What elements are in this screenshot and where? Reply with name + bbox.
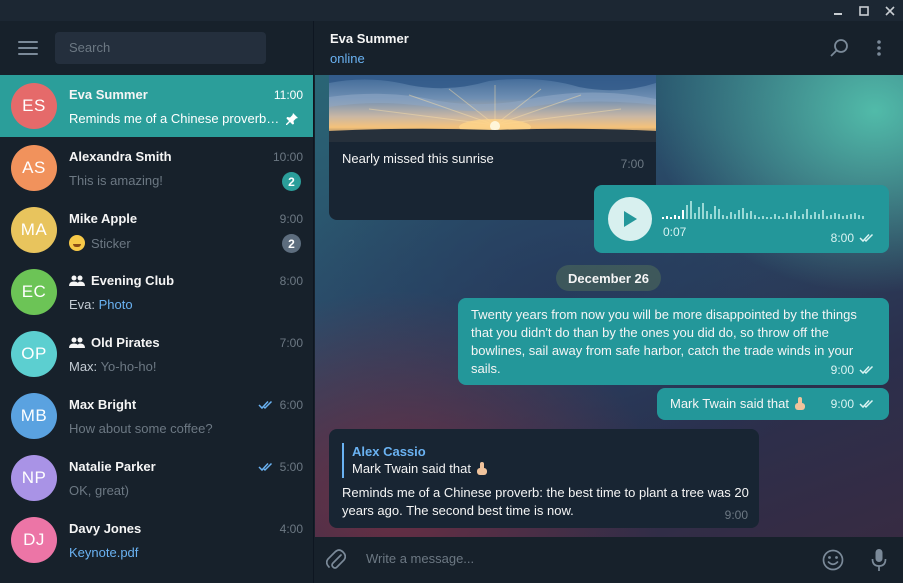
chat-name: Davy Jones <box>69 521 142 536</box>
double-check-icon <box>859 399 877 409</box>
peer-name[interactable]: Eva Summer <box>330 31 409 46</box>
chat-name: Mike Apple <box>69 211 138 226</box>
more-icon[interactable] <box>867 36 891 60</box>
chat-list: ES Eva Summer 11:00 Reminds me of a Chin… <box>0 75 313 571</box>
message-composer: Write a message... <box>315 537 903 583</box>
chat-name: Max Bright <box>69 397 137 412</box>
chat-item-davy-jones[interactable]: DJ Davy Jones 4:00 Keynote.pdf <box>0 509 313 571</box>
double-check-icon <box>859 365 877 375</box>
photo-caption: Nearly missed this sunrise <box>342 151 494 166</box>
reply-author: Alex Cassio <box>352 444 426 459</box>
chat-name: Evening Club <box>69 273 174 288</box>
reply-quote[interactable]: Alex Cassio Mark Twain said that <box>342 443 487 478</box>
pin-icon <box>285 112 299 129</box>
pointing-up-emoji-icon <box>476 462 487 475</box>
reply-text: Mark Twain said that <box>352 460 487 478</box>
chat-preview: How about some coffee? <box>69 421 213 436</box>
double-check-icon <box>258 462 276 472</box>
chat-item-alexandra-smith[interactable]: AS Alexandra Smith 10:00 This is amazing… <box>0 137 313 199</box>
incoming-message[interactable]: Alex Cassio Mark Twain said that Reminds… <box>329 429 759 528</box>
message-meta: 9:00 <box>831 361 877 379</box>
chat-time: 10:00 <box>272 150 303 164</box>
chat-name: Eva Summer <box>69 87 148 102</box>
microphone-icon[interactable] <box>867 548 891 572</box>
chat-preview: Keynote.pdf <box>69 545 139 560</box>
peer-status: online <box>330 51 365 66</box>
close-icon[interactable] <box>877 0 903 21</box>
chat-preview: OK, great) <box>69 483 129 498</box>
voice-waveform[interactable] <box>662 199 866 221</box>
avatar: OP <box>11 331 57 377</box>
avatar: AS <box>11 145 57 191</box>
chat-time: 11:00 <box>273 88 303 102</box>
message-text: Mark Twain said that <box>670 396 789 411</box>
double-check-icon <box>258 400 276 410</box>
avatar: NP <box>11 455 57 501</box>
chat-header: Eva Summer online <box>315 21 903 75</box>
message-time: 7:00 <box>620 157 644 171</box>
chat-time: 6:00 <box>258 398 303 412</box>
message-input[interactable]: Write a message... <box>366 551 474 566</box>
unread-badge: 2 <box>282 234 301 253</box>
pointing-up-emoji-icon <box>794 397 805 410</box>
grinning-emoji-icon <box>69 235 85 251</box>
avatar: EC <box>11 269 57 315</box>
emoji-icon[interactable] <box>821 548 845 572</box>
avatar: MB <box>11 393 57 439</box>
avatar: MA <box>11 207 57 253</box>
chat-name: Old Pirates <box>69 335 160 350</box>
outgoing-message[interactable]: Twenty years from now you will be more d… <box>458 298 889 385</box>
group-icon <box>69 275 85 286</box>
date-separator: December 26 <box>556 265 661 291</box>
search-input[interactable]: Search <box>55 32 266 64</box>
sidebar-header: Search <box>0 21 313 75</box>
chat-name: Alexandra Smith <box>69 149 172 164</box>
chat-item-old-pirates[interactable]: OP Old Pirates 7:00 Max: Yo-ho-ho! <box>0 323 313 385</box>
avatar: DJ <box>11 517 57 563</box>
chat-item-eva-summer[interactable]: ES Eva Summer 11:00 Reminds me of a Chin… <box>0 75 313 137</box>
group-icon <box>69 337 85 348</box>
menu-icon[interactable] <box>18 41 38 55</box>
message-meta: 9:00 <box>724 508 748 522</box>
play-button[interactable] <box>608 197 652 241</box>
chat-preview: This is amazing! <box>69 173 163 188</box>
chat-preview: Reminds me of a Chinese proverb: the bes… <box>69 111 281 126</box>
voice-message[interactable]: 0:07 8:00 <box>594 185 889 253</box>
attach-icon[interactable] <box>324 548 348 572</box>
chat-item-mike-apple[interactable]: MA Mike Apple 9:00 Sticker 2 <box>0 199 313 261</box>
title-bar <box>0 0 903 21</box>
maximize-icon[interactable] <box>851 0 877 21</box>
voice-duration: 0:07 <box>663 225 687 239</box>
chat-time: 9:00 <box>279 212 303 226</box>
avatar: ES <box>11 83 57 129</box>
message-text: Twenty years from now you will be more d… <box>471 307 857 376</box>
chat-panel: Eva Summer online Nearly missed this sun… <box>315 21 903 583</box>
chat-time: 8:00 <box>279 274 303 288</box>
chat-item-natalie-parker[interactable]: NP Natalie Parker 5:00 OK, great) <box>0 447 313 509</box>
chat-item-evening-club[interactable]: EC Evening Club 8:00 Eva: Photo <box>0 261 313 323</box>
message-text: Reminds me of a Chinese proverb: the bes… <box>342 485 749 518</box>
chat-name: Natalie Parker <box>69 459 156 474</box>
message-meta: 9:00 <box>831 395 877 413</box>
chat-time: 5:00 <box>258 460 303 474</box>
outgoing-message[interactable]: Mark Twain said that 9:00 <box>657 388 889 420</box>
sidebar: Search ES Eva Summer 11:00 Reminds me of… <box>0 21 314 583</box>
search-icon[interactable] <box>827 36 851 60</box>
message-meta: 8:00 <box>831 229 877 247</box>
minimize-icon[interactable] <box>825 0 851 21</box>
chat-time: 7:00 <box>279 336 303 350</box>
chat-item-max-bright[interactable]: MB Max Bright 6:00 How about some coffee… <box>0 385 313 447</box>
chat-time: 4:00 <box>279 522 303 536</box>
chat-preview: Sticker <box>69 235 281 251</box>
chat-preview: Max: Yo-ho-ho! <box>69 359 157 374</box>
double-check-icon <box>859 233 877 243</box>
sunrise-photo[interactable] <box>329 75 656 142</box>
chat-preview: Eva: Photo <box>69 297 133 312</box>
unread-badge: 2 <box>282 172 301 191</box>
